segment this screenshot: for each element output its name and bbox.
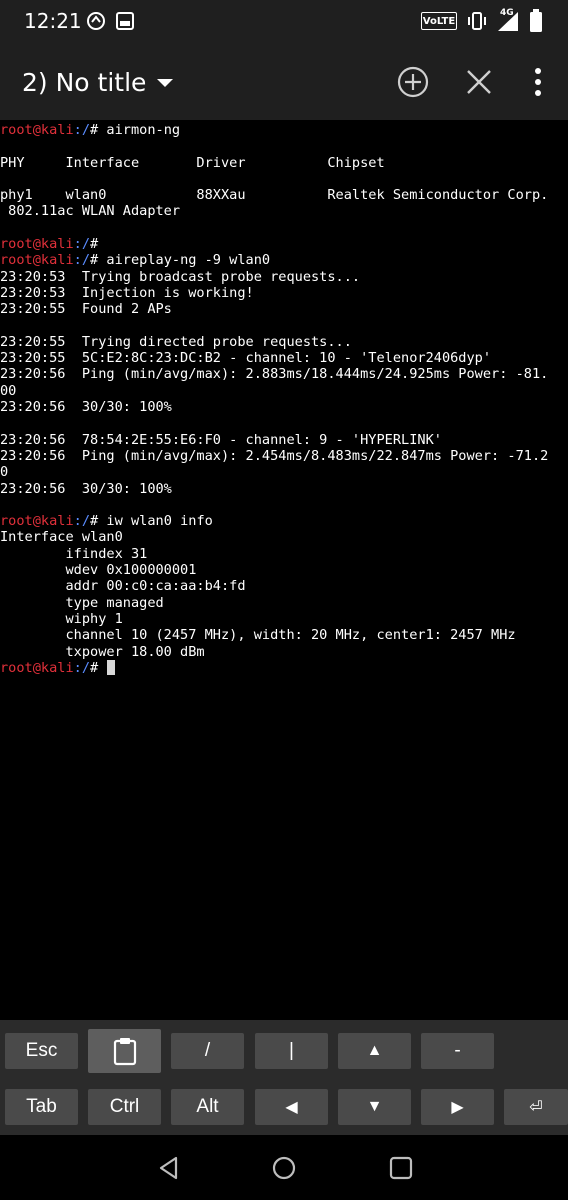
slash-key[interactable]: / [171,1033,244,1069]
command-text: # iw wlan0 info [90,513,213,530]
app-bar: 2) No title [0,42,568,120]
terminal-cursor [107,659,116,675]
output-line: 23:20:55 Found 2 APs [0,301,172,318]
prompt-line: root@kali:/# airmon-ng [0,122,568,138]
prompt-line: root@kali:/# [0,236,568,252]
output-line: Interface wlan0 [0,529,123,546]
output-line: 23:20:56 30/30: 100% [0,399,172,416]
prompt-path: :/ [73,236,91,253]
prompt-line: root@kali:/# aireplay-ng -9 wlan0 [0,252,568,268]
output-line: 23:20:53 Trying broadcast probe requests… [0,268,361,285]
command-text: # airmon-ng [90,122,181,138]
sync-notification-icon [87,12,105,30]
output-line: 0 [0,464,9,481]
vibrate-icon [468,12,486,30]
clock: 12:21 [24,9,82,33]
output-line: 23:20:55 Trying directed probe requests.… [0,333,352,350]
command-text: # [90,236,99,253]
command-text: # [90,659,107,676]
add-session-icon[interactable] [393,62,433,102]
volte-icon: VoLTE [421,12,457,30]
prompt-user: root@kali [0,122,74,138]
tab-key[interactable]: Tab [5,1089,78,1125]
clipboard-icon [113,1038,136,1066]
home-icon[interactable] [271,1155,297,1181]
output-line: 23:20:56 Ping (min/avg/max): 2.883ms/18.… [0,366,549,383]
prompt-user: root@kali [0,659,74,676]
pipe-key[interactable]: | [255,1033,328,1069]
output-line: 23:20:56 Ping (min/avg/max): 2.454ms/8.4… [0,447,549,464]
command-text: # aireplay-ng -9 wlan0 [90,252,271,269]
down-arrow-key[interactable]: ▼ [338,1089,411,1125]
output-line: 23:20:55 5C:E2:8C:23:DC:B2 - channel: 10… [0,350,492,367]
ctrl-key[interactable]: Ctrl [88,1089,161,1125]
recents-icon[interactable] [388,1155,414,1181]
output-line: 00 [0,382,17,399]
dash-key[interactable]: - [421,1033,494,1069]
paste-key[interactable] [88,1029,161,1073]
dropdown-icon[interactable] [155,76,175,90]
up-arrow-key[interactable]: ▲ [338,1033,411,1069]
back-icon[interactable] [156,1155,182,1181]
extra-keys-bar: Esc / | ▲ - Tab Ctrl Alt ◀ ▼ ▶ ⏎ [0,1020,568,1135]
left-arrow-key[interactable]: ◀ [255,1089,328,1125]
output-line: 23:20:56 78:54:2E:55:E6:F0 - channel: 9 … [0,431,442,448]
prompt-path: :/ [73,659,91,676]
prompt-path: :/ [73,122,91,138]
output-line: addr 00:c0:ca:aa:b4:fd [0,578,246,595]
prompt-path: :/ [73,252,91,269]
output-line: ifindex 31 [0,545,148,562]
enter-key[interactable]: ⏎ [504,1089,568,1125]
output-line: type managed [0,594,164,611]
more-options-icon[interactable] [518,62,558,102]
navigation-bar [0,1135,568,1200]
photo-notification-icon [116,12,134,30]
prompt-path: :/ [73,513,91,530]
output-line: 802.11ac WLAN Adapter [0,203,181,220]
close-session-icon[interactable] [459,62,499,102]
output-line: phy1 wlan0 88XXau Realtek Semiconductor … [0,187,549,204]
status-bar: 12:21 VoLTE 4G [0,0,568,42]
output-line: txpower 18.00 dBm [0,643,205,660]
output-line: wiphy 1 [0,610,123,627]
prompt-user: root@kali [0,236,74,253]
output-line: 23:20:53 Injection is working! [0,284,254,301]
network-type-label: 4G [500,8,514,18]
output-line: 23:20:56 30/30: 100% [0,480,172,497]
output-line: channel 10 (2457 MHz), width: 20 MHz, ce… [0,627,516,644]
terminal-output[interactable]: root@kali:/# airmon-ng PHY Interface Dri… [0,120,568,1020]
esc-key[interactable]: Esc [5,1033,78,1069]
prompt-user: root@kali [0,252,74,269]
prompt-user: root@kali [0,513,74,530]
output-line: wdev 0x100000001 [0,562,197,579]
output-line: PHY Interface Driver Chipset [0,154,385,171]
right-arrow-key[interactable]: ▶ [421,1089,494,1125]
alt-key[interactable]: Alt [171,1089,244,1125]
session-title[interactable]: 2) No title [22,68,146,97]
prompt-line: root@kali:/# [0,659,568,676]
battery-icon [530,9,542,32]
prompt-line: root@kali:/# iw wlan0 info [0,513,568,529]
